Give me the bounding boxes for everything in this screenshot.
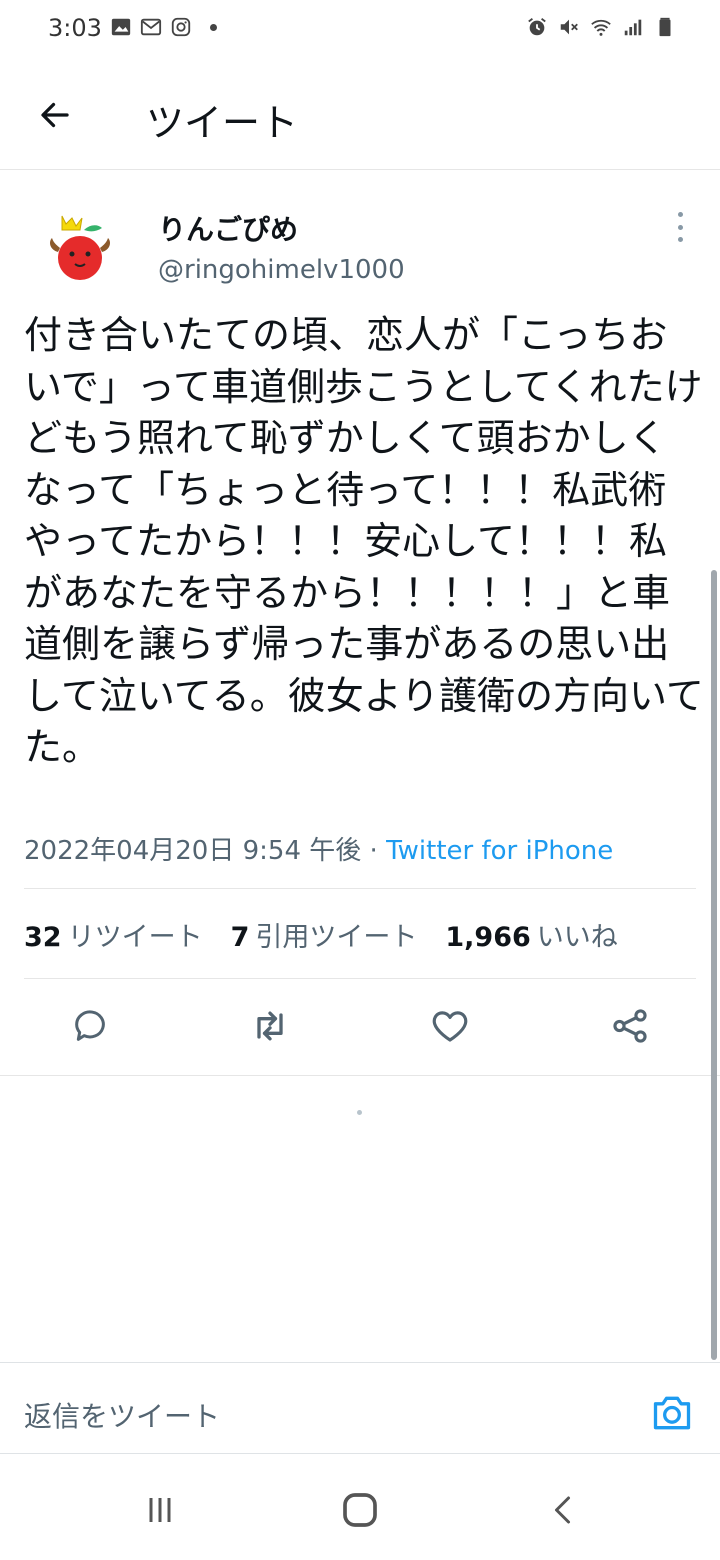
quote-label: 引用ツイート <box>255 922 418 953</box>
tweet-source[interactable]: Twitter for iPhone <box>386 836 613 866</box>
share-button[interactable] <box>608 1004 652 1048</box>
avatar[interactable] <box>40 208 120 288</box>
system-nav-bar <box>0 1460 720 1560</box>
home-button[interactable] <box>340 1490 380 1530</box>
quote-stat[interactable]: 7 引用ツイート <box>231 915 418 954</box>
signal-icon <box>624 19 642 36</box>
like-button[interactable] <box>428 1004 472 1048</box>
header: ツイート <box>0 60 720 170</box>
like-count: 1,966 <box>445 922 531 953</box>
user-handle[interactable]: @ringohimelv1000 <box>158 255 405 285</box>
camera-button[interactable] <box>650 1391 694 1435</box>
share-icon <box>613 1009 647 1043</box>
tweet-stats: 32 リツイート 7 引用ツイート 1,966 いいね <box>24 915 618 954</box>
battery-icon <box>659 17 671 37</box>
reply-icon <box>75 1010 105 1041</box>
reply-button[interactable] <box>68 1004 112 1048</box>
divider <box>0 1075 720 1076</box>
retweet-button[interactable] <box>248 1004 292 1048</box>
display-name[interactable]: りんごぴめ <box>158 208 298 248</box>
recent-apps-icon <box>149 1498 171 1522</box>
wifi-icon <box>591 19 611 36</box>
retweet-stat[interactable]: 32 リツイート <box>24 915 203 954</box>
more-dot <box>677 212 683 217</box>
alarm-icon <box>528 18 546 36</box>
like-icon <box>432 1011 468 1042</box>
retweet-count: 32 <box>24 922 62 953</box>
more-dot <box>677 237 683 242</box>
status-bar: 3:03 <box>0 0 720 60</box>
status-left-icons <box>110 16 217 38</box>
arrow-left-icon <box>41 102 69 128</box>
divider <box>24 888 696 889</box>
home-icon <box>343 1493 377 1527</box>
notification-dot-icon <box>210 23 217 31</box>
reply-bar: 返信をツイート <box>0 1362 720 1454</box>
status-time: 3:03 <box>48 14 102 42</box>
status-right-icons <box>526 16 676 38</box>
tweet-timestamp[interactable]: 2022年04月20日 9:54 午後 <box>24 836 361 866</box>
recent-apps-button[interactable] <box>140 1490 180 1530</box>
instagram-icon <box>171 17 191 37</box>
retweet-label: リツイート <box>67 922 203 953</box>
like-label: いいね <box>536 922 618 953</box>
back-button[interactable] <box>30 90 80 140</box>
camera-icon <box>653 1396 691 1430</box>
scrollbar[interactable] <box>711 570 717 1360</box>
mute-icon <box>560 19 578 35</box>
tweet-text: 付き合いたての頃、恋人が「こっちおいで」って車道側歩こうとしてくれたけどもう照れ… <box>24 313 704 769</box>
nav-back-button[interactable] <box>544 1490 584 1530</box>
loading-indicator <box>357 1110 362 1115</box>
quote-count: 7 <box>230 922 250 953</box>
more-options-icon[interactable] <box>668 212 692 242</box>
apple-character-avatar-icon <box>50 215 110 280</box>
page-title: ツイート <box>146 101 299 145</box>
image-icon <box>111 18 131 36</box>
tweet-meta: 2022年04月20日 9:54 午後 · Twitter for iPhone <box>24 830 613 867</box>
meta-separator: · <box>361 836 387 866</box>
reply-input[interactable]: 返信をツイート <box>24 1395 220 1435</box>
divider <box>24 978 696 979</box>
retweet-icon <box>257 1011 283 1041</box>
gmail-icon <box>140 18 162 36</box>
tweet-actions <box>0 1000 720 1060</box>
back-icon <box>555 1496 570 1524</box>
like-stat[interactable]: 1,966 いいね <box>445 915 617 954</box>
more-dot <box>677 224 683 230</box>
